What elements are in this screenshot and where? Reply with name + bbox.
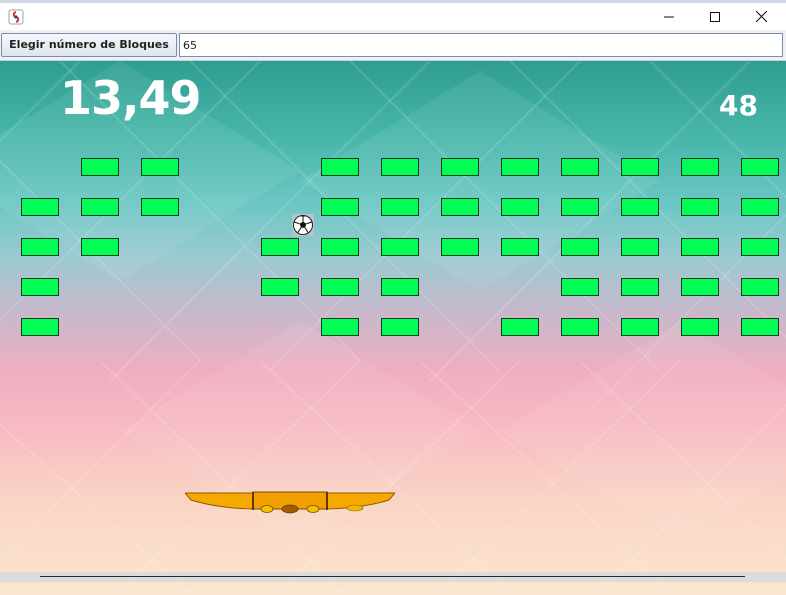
brick (381, 238, 419, 256)
brick (681, 278, 719, 296)
java-app-icon (8, 9, 24, 25)
brick (681, 158, 719, 176)
bottom-scrollbar[interactable] (0, 572, 786, 582)
brick (321, 318, 359, 336)
soccer-ball-icon (292, 214, 314, 236)
brick (621, 238, 659, 256)
brick (321, 238, 359, 256)
brick (321, 198, 359, 216)
brick (681, 238, 719, 256)
brick (81, 158, 119, 176)
brick (621, 318, 659, 336)
brick (501, 198, 539, 216)
timer-label: 13,49 (60, 71, 202, 125)
brick (141, 198, 179, 216)
brick (381, 158, 419, 176)
blocks-count-input[interactable] (179, 33, 783, 57)
blocks-remaining-label: 48 (719, 89, 758, 122)
maximize-icon (710, 11, 720, 22)
maximize-button[interactable] (692, 3, 738, 30)
brick (441, 158, 479, 176)
close-icon (755, 11, 767, 22)
brick (741, 238, 779, 256)
brick (561, 238, 599, 256)
close-button[interactable] (738, 3, 784, 30)
brick (621, 278, 659, 296)
game-canvas[interactable]: 13,49 48 (0, 61, 786, 595)
brick (741, 318, 779, 336)
brick (741, 158, 779, 176)
brick (561, 158, 599, 176)
brick (741, 198, 779, 216)
brick (621, 158, 659, 176)
brick (621, 198, 659, 216)
brick (21, 278, 59, 296)
title-bar (0, 3, 786, 30)
brick (381, 318, 419, 336)
brick (81, 198, 119, 216)
brick (441, 198, 479, 216)
brick (21, 318, 59, 336)
brick (741, 278, 779, 296)
minimize-button[interactable] (646, 3, 692, 30)
brick (21, 238, 59, 256)
brick (681, 198, 719, 216)
brick (261, 238, 299, 256)
brick (561, 198, 599, 216)
brick (501, 318, 539, 336)
bottom-scrollbar-track (40, 576, 745, 577)
brick (381, 198, 419, 216)
brick (381, 278, 419, 296)
brick (501, 238, 539, 256)
brick (441, 238, 479, 256)
paddle (185, 491, 395, 514)
brick (321, 158, 359, 176)
brick (501, 158, 539, 176)
minimize-icon (664, 16, 674, 17)
brick (21, 198, 59, 216)
brick (681, 318, 719, 336)
brick (261, 278, 299, 296)
brick (141, 158, 179, 176)
brick (561, 278, 599, 296)
brick (321, 278, 359, 296)
choose-blocks-button[interactable]: Elegir número de Bloques (1, 33, 177, 57)
toolbar: Elegir número de Bloques (0, 30, 786, 61)
brick (81, 238, 119, 256)
brick (561, 318, 599, 336)
